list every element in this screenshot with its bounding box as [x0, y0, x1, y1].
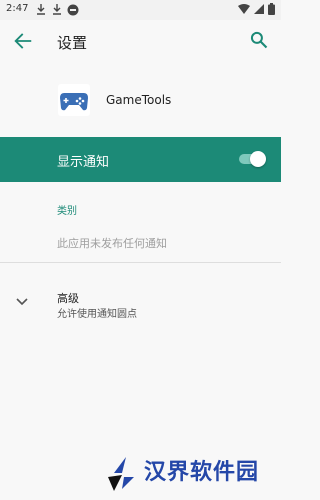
- battery-icon: [268, 3, 275, 15]
- chevron-down-icon: [16, 298, 28, 306]
- watermark-logo-icon: [108, 457, 134, 491]
- toggle-thumb: [250, 151, 266, 167]
- tool-icon: [67, 4, 79, 16]
- app-name: GameTools: [106, 93, 172, 107]
- advanced-row[interactable]: 高级 允许使用通知圆点: [0, 278, 281, 328]
- show-notifications-row[interactable]: 显示通知: [0, 137, 281, 182]
- signal-icon: [254, 4, 264, 14]
- wifi-icon: [238, 4, 250, 14]
- search-icon[interactable]: [249, 30, 269, 50]
- status-time: 2:47: [6, 3, 29, 14]
- download-icon: [37, 4, 45, 15]
- status-right-icons: [238, 3, 275, 15]
- no-notifications-text: 此应用未发布任何通知: [57, 237, 167, 250]
- watermark-text: 汉界软件园: [144, 460, 260, 485]
- show-notifications-label: 显示通知: [57, 155, 110, 170]
- status-bar: 2:47: [0, 0, 281, 20]
- category-heading: 类别: [57, 206, 77, 217]
- app-info: GameTools: [0, 64, 281, 136]
- download-icon: [53, 4, 61, 15]
- divider: [0, 262, 281, 263]
- arrow-left-icon[interactable]: [12, 30, 34, 52]
- app-bar: 设置: [0, 20, 281, 64]
- gamepad-icon: [58, 84, 90, 116]
- watermark: 汉界软件园: [100, 447, 281, 497]
- page-title: 设置: [57, 34, 88, 52]
- advanced-title: 高级: [57, 292, 79, 305]
- advanced-subtitle: 允许使用通知圆点: [57, 309, 137, 320]
- notifications-toggle[interactable]: [239, 151, 266, 167]
